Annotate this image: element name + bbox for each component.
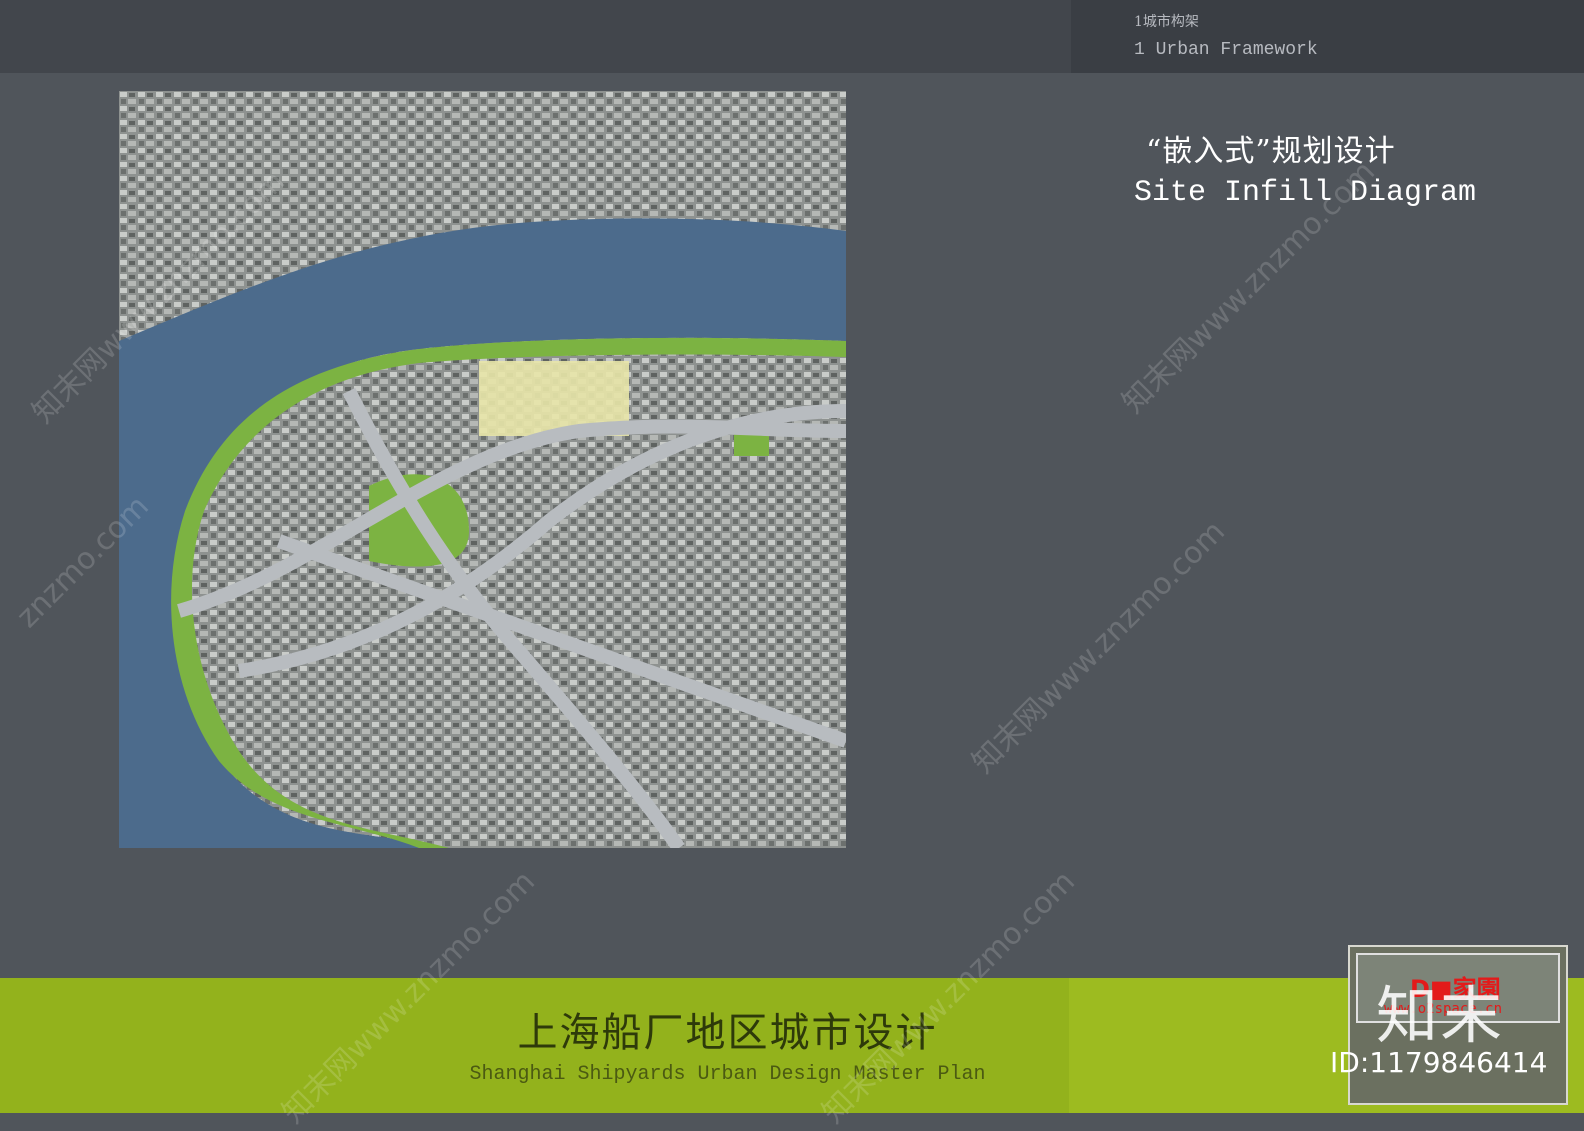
diagram-heading-en: Site Infill Diagram [1134,176,1477,210]
watermark-text: 知末网www.znzmo.com [965,514,1232,781]
diagram-heading-cn: “嵌入式”规划设计 [1146,134,1396,169]
project-title-cn: 上海船厂地区城市设计 [517,1010,938,1056]
project-title-en: Shanghai Shipyards Urban Design Master P… [469,1063,986,1086]
site-map-graphic [119,91,846,848]
asset-id-label: ID:1179846414 [1330,1046,1548,1079]
brand-mark: 知末 [1376,979,1505,1052]
section-title-cn: 1城市构架 [1134,14,1199,30]
aerial-site-map [119,91,846,848]
section-title-en: 1 Urban Framework [1134,40,1318,60]
